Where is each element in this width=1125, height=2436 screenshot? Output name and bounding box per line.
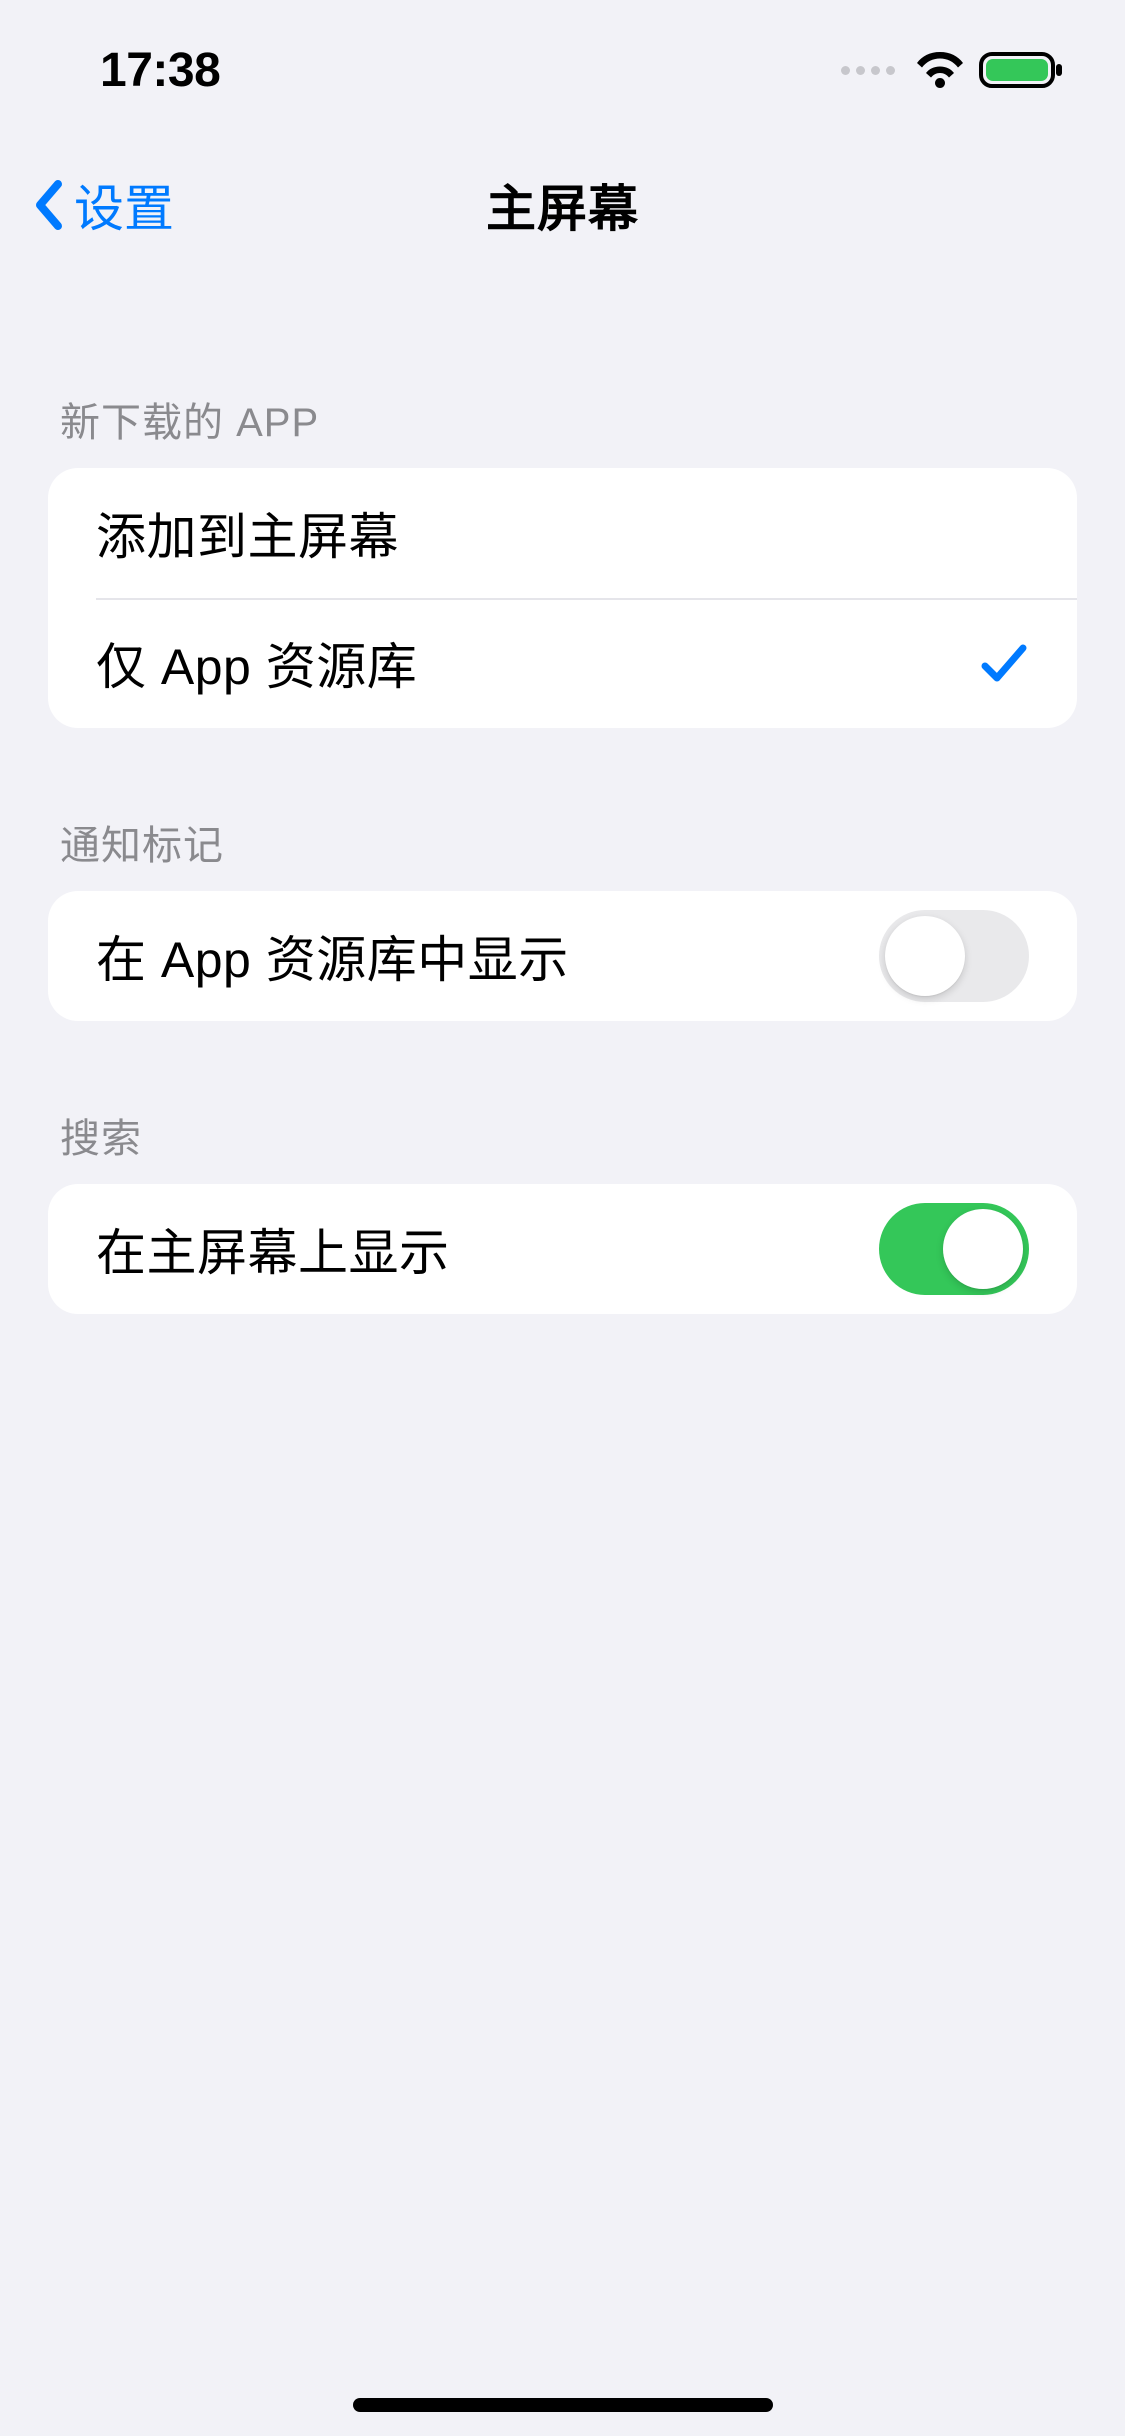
toggle-knob: [885, 916, 965, 996]
chevron-left-icon: [30, 178, 66, 232]
row-show-on-home: 在主屏幕上显示: [48, 1184, 1077, 1314]
nav-bar: 设置 主屏幕: [0, 140, 1125, 270]
page-title: 主屏幕: [486, 169, 639, 241]
option-label: 添加到主屏幕: [96, 497, 399, 569]
option-add-to-home[interactable]: 添加到主屏幕: [48, 468, 1077, 598]
home-indicator[interactable]: [353, 2398, 773, 2412]
option-label: 仅 App 资源库: [96, 627, 417, 699]
toggle-show-on-home[interactable]: [879, 1203, 1029, 1295]
back-label: 设置: [74, 169, 174, 241]
toggle-show-in-app-library[interactable]: [879, 910, 1029, 1002]
checkmark-icon: [979, 640, 1029, 686]
group-badges: 在 App 资源库中显示: [48, 891, 1077, 1021]
group-search: 在主屏幕上显示: [48, 1184, 1077, 1314]
section-header-new-apps: 新下载的 APP: [0, 330, 1125, 468]
row-label: 在 App 资源库中显示: [96, 920, 569, 992]
row-show-in-app-library: 在 App 资源库中显示: [48, 891, 1077, 1021]
status-bar: 17:38: [0, 0, 1125, 140]
status-time: 17:38: [100, 43, 220, 98]
section-header-search: 搜索: [0, 1021, 1125, 1184]
status-indicators: [841, 50, 1065, 90]
battery-icon: [979, 50, 1065, 90]
toggle-knob: [943, 1209, 1023, 1289]
row-label: 在主屏幕上显示: [96, 1213, 450, 1285]
back-button[interactable]: 设置: [30, 169, 174, 241]
section-header-badges: 通知标记: [0, 728, 1125, 891]
option-app-library-only[interactable]: 仅 App 资源库: [48, 598, 1077, 728]
cellular-dots-icon: [841, 66, 895, 75]
group-new-apps: 添加到主屏幕 仅 App 资源库: [48, 468, 1077, 728]
wifi-icon: [915, 51, 965, 89]
